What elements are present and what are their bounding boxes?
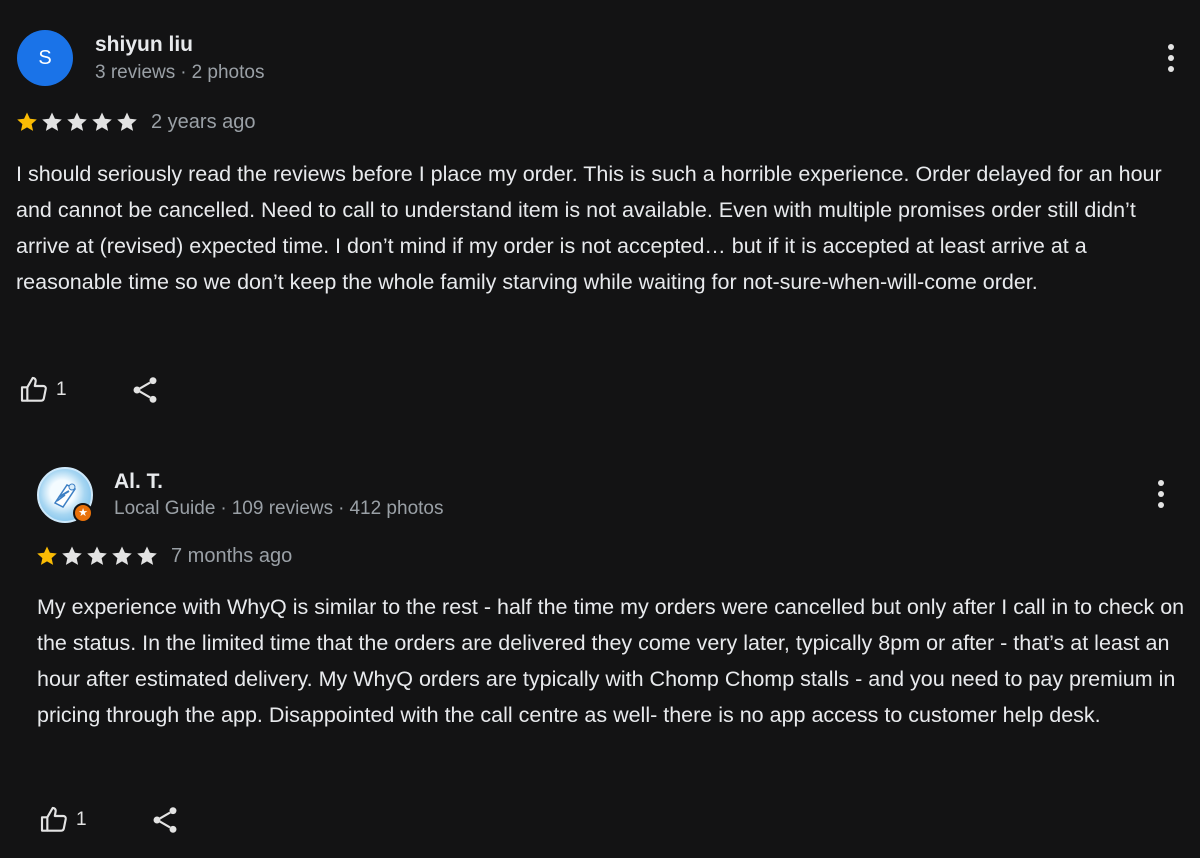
more-options-button[interactable] bbox=[1149, 476, 1173, 512]
star-filled-icon bbox=[17, 112, 37, 131]
star-rating bbox=[35, 544, 159, 568]
more-vert-icon bbox=[1168, 44, 1174, 50]
photo-count: 412 photos bbox=[349, 498, 444, 519]
author-meta: Local Guide · 109 reviews · 412 photos bbox=[114, 498, 443, 520]
thumbs-up-icon bbox=[20, 376, 47, 402]
like-count: 1 bbox=[76, 809, 87, 830]
star-empty-icon bbox=[137, 546, 157, 565]
review-text: I should seriously read the reviews befo… bbox=[16, 162, 1162, 294]
more-options-button[interactable] bbox=[1159, 40, 1183, 76]
star-empty-icon bbox=[67, 112, 87, 131]
meta-separator: · bbox=[180, 62, 187, 83]
meta-separator: · bbox=[220, 498, 227, 519]
local-guide-star-icon: ★ bbox=[73, 503, 93, 523]
share-icon bbox=[133, 377, 157, 403]
avatar[interactable]: S bbox=[17, 30, 73, 86]
rating-row: 7 months ago bbox=[35, 544, 292, 568]
author-name[interactable]: shiyun liu bbox=[95, 33, 193, 57]
star-empty-icon bbox=[112, 546, 132, 565]
more-vert-dot bbox=[1158, 502, 1164, 508]
review-count: 109 reviews bbox=[231, 498, 334, 519]
share-icon bbox=[153, 807, 177, 833]
star-empty-icon bbox=[92, 112, 112, 131]
like-button[interactable]: 1 bbox=[38, 804, 87, 836]
more-vert-dot bbox=[1168, 55, 1174, 61]
more-vert-icon bbox=[1158, 480, 1164, 486]
star-empty-icon bbox=[87, 546, 107, 565]
review-time: 7 months ago bbox=[171, 544, 293, 567]
thumbs-up-icon bbox=[40, 806, 67, 832]
meta-separator: · bbox=[338, 498, 345, 519]
review-card: S shiyun liu 3 reviews · 2 photos 2 year… bbox=[0, 0, 1200, 430]
review-actions: 1 bbox=[18, 374, 161, 406]
review-count: 3 reviews bbox=[95, 62, 176, 83]
author-name[interactable]: Al. T. bbox=[114, 470, 163, 494]
star-empty-icon bbox=[42, 112, 62, 131]
avatar-letter: S bbox=[38, 46, 52, 69]
share-button[interactable] bbox=[149, 804, 181, 836]
author-meta: 3 reviews · 2 photos bbox=[95, 62, 264, 84]
local-guide-label: Local Guide bbox=[114, 498, 216, 519]
like-count: 1 bbox=[56, 379, 67, 400]
rating-row: 2 years ago bbox=[15, 110, 256, 134]
review-text: My experience with WhyQ is similar to th… bbox=[37, 595, 1185, 727]
like-button[interactable]: 1 bbox=[18, 374, 67, 406]
star-rating bbox=[15, 110, 139, 134]
more-vert-dot bbox=[1158, 491, 1164, 497]
photo-count: 2 photos bbox=[191, 62, 265, 83]
avatar[interactable]: ★ bbox=[37, 467, 93, 523]
more-vert-dot bbox=[1168, 66, 1174, 72]
review-time: 2 years ago bbox=[151, 110, 256, 133]
review-actions: 1 bbox=[38, 804, 181, 836]
star-empty-icon bbox=[62, 546, 82, 565]
review-card: ★ Al. T. Local Guide · 109 reviews · 412… bbox=[0, 430, 1200, 858]
share-button[interactable] bbox=[129, 374, 161, 406]
star-empty-icon bbox=[117, 112, 137, 131]
star-filled-icon bbox=[37, 546, 57, 565]
